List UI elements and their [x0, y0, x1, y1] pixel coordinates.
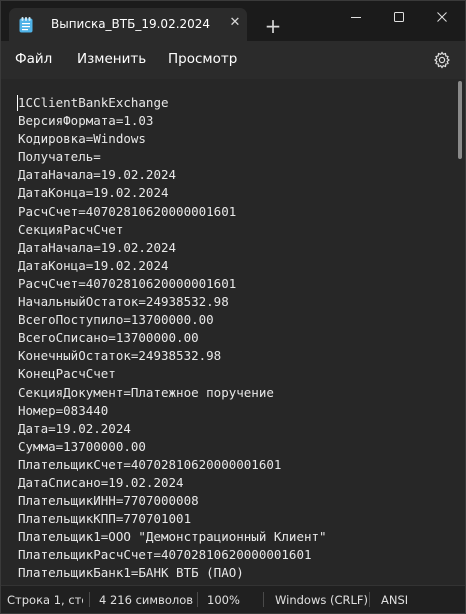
- menu-edit[interactable]: Изменить: [77, 51, 146, 67]
- text-line[interactable]: СекцияДокумент=Платежное поручение: [18, 384, 448, 402]
- text-line[interactable]: ДатаСписано=19.02.2024: [18, 474, 448, 492]
- text-caret: [17, 95, 18, 111]
- text-line[interactable]: РасчСчет=40702810620000001601: [18, 275, 448, 293]
- menu-bar: Файл Изменить Просмотр: [1, 41, 465, 79]
- text-editor[interactable]: 1CClientBankExchange ВерсияФормата=1.03 Ко…: [1, 79, 465, 585]
- minimize-icon: [351, 17, 361, 18]
- text-line[interactable]: ДатаНачала=19.02.2024: [18, 239, 448, 257]
- text-line[interactable]: ДатаНачала=19.02.2024: [18, 166, 448, 184]
- text-line[interactable]: ПлательщикБанк1=БАНК ВТБ (ПАО): [18, 564, 448, 582]
- text-line[interactable]: ВерсияФормата=1.03: [18, 112, 448, 130]
- text-line[interactable]: Плательщик1=ООО "Демонстрационный Клиент…: [18, 528, 448, 546]
- text-line[interactable]: РасчСчет=40702810620000001601: [18, 203, 448, 221]
- text-line[interactable]: Получатель=: [18, 148, 448, 166]
- title-bar: Выписка_ВТБ_19.02.2024 ✕ +: [1, 1, 465, 41]
- settings-button[interactable]: [433, 51, 451, 69]
- new-tab-button[interactable]: +: [263, 16, 283, 36]
- text-line[interactable]: ДатаКонца=19.02.2024: [18, 257, 448, 275]
- text-line[interactable]: Дата=19.02.2024: [18, 420, 448, 438]
- line-ending[interactable]: Windows (CRLF): [275, 593, 368, 607]
- maximize-button[interactable]: [382, 7, 416, 29]
- status-divider: [197, 592, 198, 607]
- text-line[interactable]: ДатаКонца=19.02.2024: [18, 184, 448, 202]
- document-tab[interactable]: Выписка_ВТБ_19.02.2024 ✕: [9, 8, 247, 41]
- text-line[interactable]: КонецРасчСчет: [18, 365, 448, 383]
- notepad-window: Выписка_ВТБ_19.02.2024 ✕ + Файл Изменить…: [0, 0, 466, 614]
- menu-view[interactable]: Просмотр: [168, 51, 237, 67]
- editor-text[interactable]: 1CClientBankExchange ВерсияФормата=1.03 Ко…: [18, 94, 448, 583]
- text-line[interactable]: Сумма=13700000.00: [18, 438, 448, 456]
- text-line[interactable]: Номер=083440: [18, 402, 448, 420]
- text-line[interactable]: ВсегоПоступило=13700000.00: [18, 311, 448, 329]
- text-line[interactable]: ПлательщикИНН=7707000008: [18, 492, 448, 510]
- status-bar: Строка 1, стол 4 216 символов 100% Windo…: [1, 585, 465, 613]
- close-window-button[interactable]: [425, 7, 459, 29]
- status-divider: [89, 592, 90, 607]
- zoom-level[interactable]: 100%: [207, 593, 240, 607]
- encoding[interactable]: ANSI: [381, 593, 408, 607]
- text-line[interactable]: ПлательщикКПП=770701001: [18, 510, 448, 528]
- text-line[interactable]: Кодировка=Windows: [18, 130, 448, 148]
- text-line[interactable]: КонечныйОстаток=24938532.98: [18, 347, 448, 365]
- tab-close-icon[interactable]: ✕: [227, 15, 243, 31]
- status-divider: [263, 592, 264, 607]
- text-line[interactable]: 1CClientBankExchange: [18, 94, 448, 112]
- settings-icon: [434, 51, 450, 69]
- text-line[interactable]: СекцияРасчСчет: [18, 221, 448, 239]
- cursor-position: Строка 1, стол: [7, 593, 83, 607]
- maximize-icon: [394, 12, 404, 22]
- tab-title: Выписка_ВТБ_19.02.2024: [51, 17, 211, 31]
- text-line[interactable]: ПлательщикРасчСчет=40702810620000001601: [18, 546, 448, 564]
- text-line[interactable]: ПлательщикСчет=40702810620000001601: [18, 456, 448, 474]
- text-line[interactable]: НачальныйОстаток=24938532.98: [18, 293, 448, 311]
- close-icon: [437, 12, 447, 22]
- status-divider: [369, 592, 370, 607]
- vertical-scrollbar[interactable]: [458, 81, 462, 159]
- menu-file[interactable]: Файл: [15, 51, 52, 67]
- text-line[interactable]: ВсегоСписано=13700000.00: [18, 329, 448, 347]
- character-count: 4 216 символов: [99, 593, 194, 607]
- minimize-button[interactable]: [339, 7, 373, 29]
- notepad-icon: [19, 17, 33, 33]
